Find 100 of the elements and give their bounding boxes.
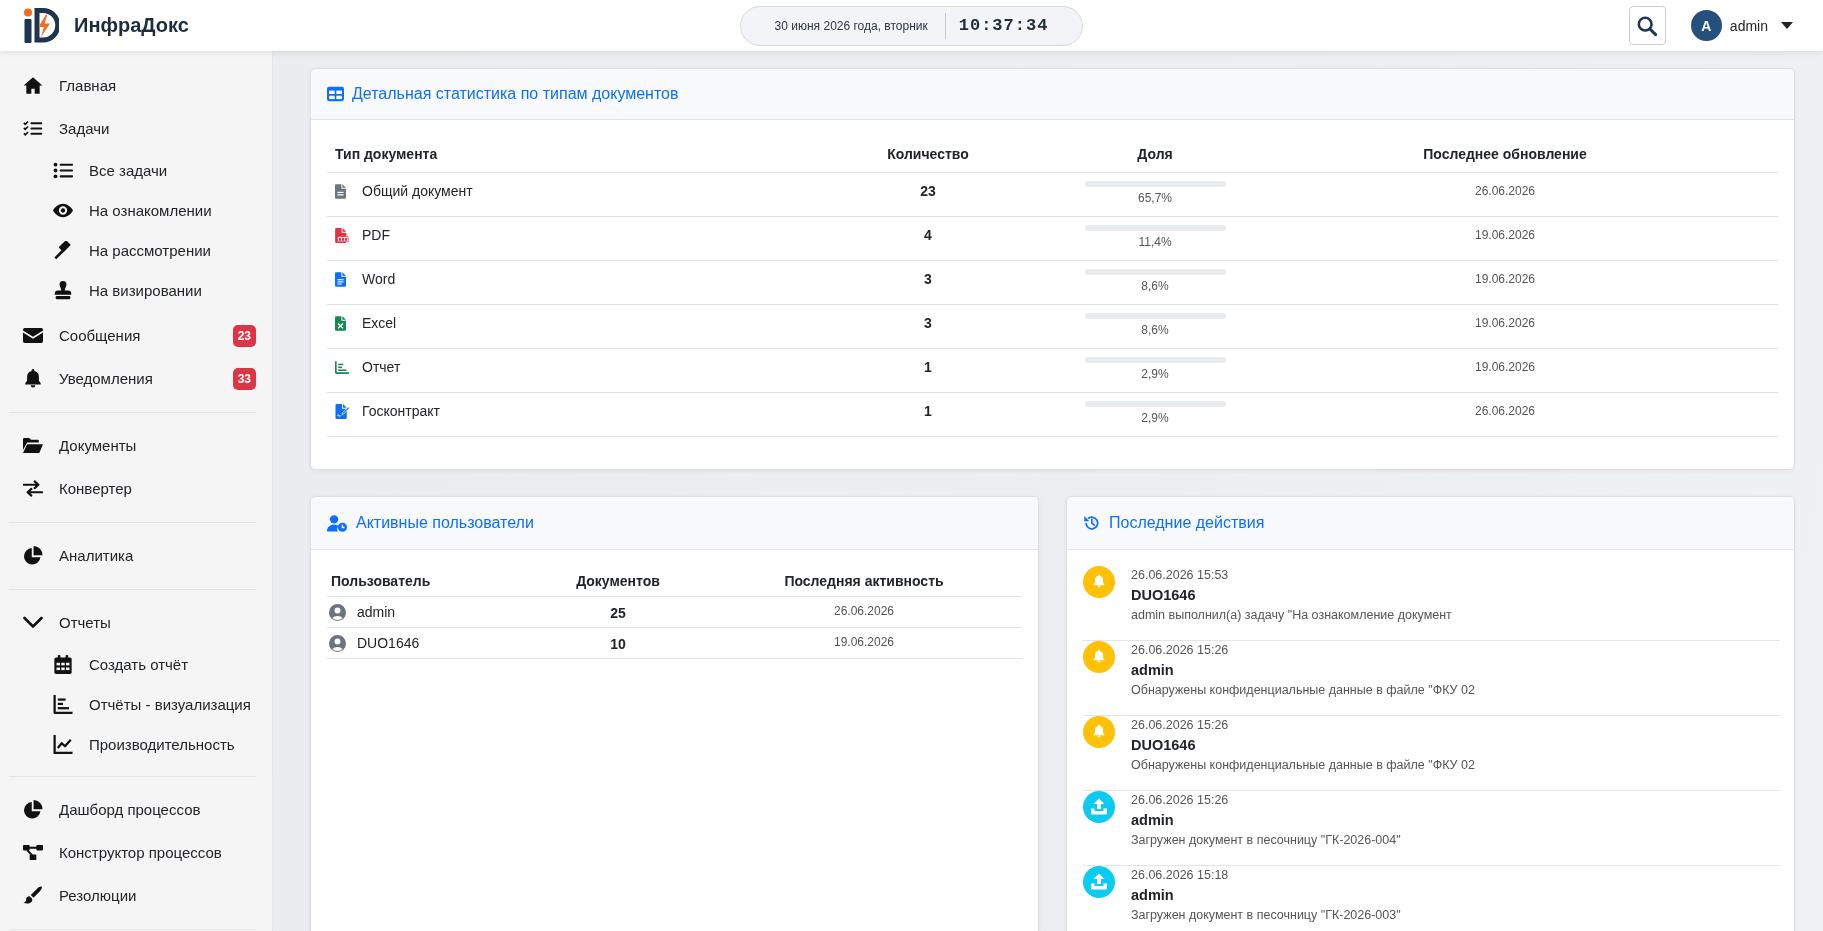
action-time: 26.06.2026 15:53 <box>1131 567 1229 584</box>
nav-item[interactable]: Задачи <box>9 107 256 150</box>
share-percent: 2,9% <box>1141 366 1169 382</box>
nav-item[interactable]: Отчеты <box>9 601 256 644</box>
share-percent: 11,4% <box>1138 234 1172 250</box>
document-type: Word <box>362 271 396 287</box>
search-button[interactable] <box>1628 6 1666 45</box>
user-circle-icon <box>329 634 346 652</box>
nav-subitem[interactable]: Отчёты - визуализация <box>9 684 256 724</box>
action-user: DUO1646 <box>1131 586 1196 605</box>
calendar-icon <box>53 654 73 674</box>
action-user: admin <box>1131 811 1174 830</box>
nav-item[interactable]: Дашборд процессов <box>9 788 256 831</box>
network-icon <box>23 843 43 862</box>
upload-icon <box>1083 866 1115 898</box>
gavel-icon <box>53 240 73 260</box>
nav-subitem[interactable]: На рассмотрении <box>9 230 256 270</box>
pdf-file-icon <box>335 227 349 243</box>
nav-item[interactable]: Конструктор процессов <box>9 831 256 874</box>
count-badge: 23 <box>232 324 256 347</box>
table-icon <box>327 86 344 102</box>
pie-chart-icon <box>23 800 43 819</box>
last-active-date: 19.06.2026 <box>833 634 895 650</box>
document-count: 25 <box>610 604 626 622</box>
date-text: 30 июня 2026 года, вторник <box>774 18 928 33</box>
folder-icon <box>23 436 43 455</box>
card-title: Активные пользователи <box>356 514 534 532</box>
share-percent: 2,9% <box>1141 410 1169 426</box>
word-file-icon <box>335 271 346 287</box>
document-count: 3 <box>924 270 932 288</box>
search-icon <box>1637 15 1658 36</box>
column-header: Количество <box>886 146 970 164</box>
brush-icon <box>23 886 43 905</box>
document-count: 4 <box>924 226 932 244</box>
nav-item[interactable]: Аналитика <box>9 534 256 577</box>
list-icon <box>53 160 73 180</box>
user-name: admin <box>357 604 396 620</box>
nav-item[interactable]: Сообщения 23 <box>9 314 256 357</box>
bell-icon <box>1083 641 1115 673</box>
document-count: 1 <box>924 358 932 376</box>
column-header: Последняя активность <box>783 573 945 589</box>
update-date: 19.06.2026 <box>1474 228 1536 242</box>
card-title: Последние действия <box>1109 514 1265 532</box>
card-title: Детальная статистика по типам документов <box>352 85 679 103</box>
stamp-icon <box>53 280 73 300</box>
logo-icon <box>23 7 59 44</box>
file-signature-icon <box>335 403 351 419</box>
nav-subitem[interactable]: Все задачи <box>9 150 256 190</box>
nav-item[interactable]: Резолюции <box>9 874 256 917</box>
user-avatar[interactable]: A <box>1690 10 1722 41</box>
action-time: 26.06.2026 15:26 <box>1131 792 1229 809</box>
bell-icon <box>1083 566 1115 598</box>
nav-item[interactable]: Документы <box>9 424 256 467</box>
document-count: 3 <box>924 314 932 332</box>
nav-subitem[interactable]: На ознакомлении <box>9 190 256 230</box>
nav-item[interactable]: Главная <box>9 64 256 107</box>
clock-time: 10:37:34 <box>958 16 1049 35</box>
caret-icon[interactable] <box>1781 22 1793 29</box>
user-name[interactable]: admin <box>1729 17 1768 34</box>
brand-name: ИнфраДокс <box>74 14 189 37</box>
action-time: 26.06.2026 15:26 <box>1131 717 1229 734</box>
action-user: admin <box>1131 886 1174 905</box>
nav-subitem[interactable]: Создать отчёт <box>9 644 256 684</box>
action-description: Обнаружены конфиденциальные данные в файле "ФКУ 02 <box>1131 682 1475 699</box>
nav-item[interactable]: Конвертер <box>9 467 256 510</box>
envelope-icon <box>23 326 43 345</box>
action-description: Загружен документ в песочницу "ГК-2026-003" <box>1131 907 1401 924</box>
update-date: 26.06.2026 <box>1474 184 1536 198</box>
document-type: Отчет <box>362 359 401 375</box>
action-description: Обнаружены конфиденциальные данные в файле "ФКУ 02 <box>1131 757 1475 774</box>
line-chart-icon <box>53 734 73 754</box>
action-time: 26.06.2026 15:18 <box>1131 867 1229 884</box>
history-icon <box>1083 515 1100 531</box>
action-description: admin выполнил(а) задачу "На ознакомление документ <box>1131 607 1452 624</box>
update-date: 19.06.2026 <box>1474 316 1536 330</box>
document-type: Excel <box>362 315 397 331</box>
share-percent: 8,6% <box>1141 322 1169 338</box>
document-type: Общий документ <box>362 183 473 199</box>
bell-icon <box>1083 716 1115 748</box>
pie-chart-icon <box>23 546 43 565</box>
user-clock-icon <box>327 514 347 532</box>
upload-icon <box>1083 791 1115 823</box>
share-percent: 65,7% <box>1138 190 1172 206</box>
share-percent: 8,6% <box>1141 278 1169 294</box>
user-circle-icon <box>329 603 346 621</box>
action-user: admin <box>1131 661 1174 680</box>
nav-subitem[interactable]: Производительность <box>9 724 256 764</box>
document-type: Госконтракт <box>362 403 440 419</box>
user-name: DUO1646 <box>357 635 420 651</box>
swap-arrows-icon <box>23 479 43 498</box>
document-type: PDF <box>362 227 390 243</box>
nav-item[interactable]: Уведомления 33 <box>9 357 256 400</box>
bar-chart-icon <box>335 360 349 374</box>
document-count: 10 <box>610 635 626 653</box>
checklist-icon <box>23 119 43 138</box>
column-header: Последнее обновление <box>1422 146 1588 164</box>
nav-subitem[interactable]: На визировании <box>9 270 256 310</box>
home-icon <box>23 76 43 95</box>
column-header: Пользователь <box>330 573 432 589</box>
update-date: 19.06.2026 <box>1474 360 1536 374</box>
